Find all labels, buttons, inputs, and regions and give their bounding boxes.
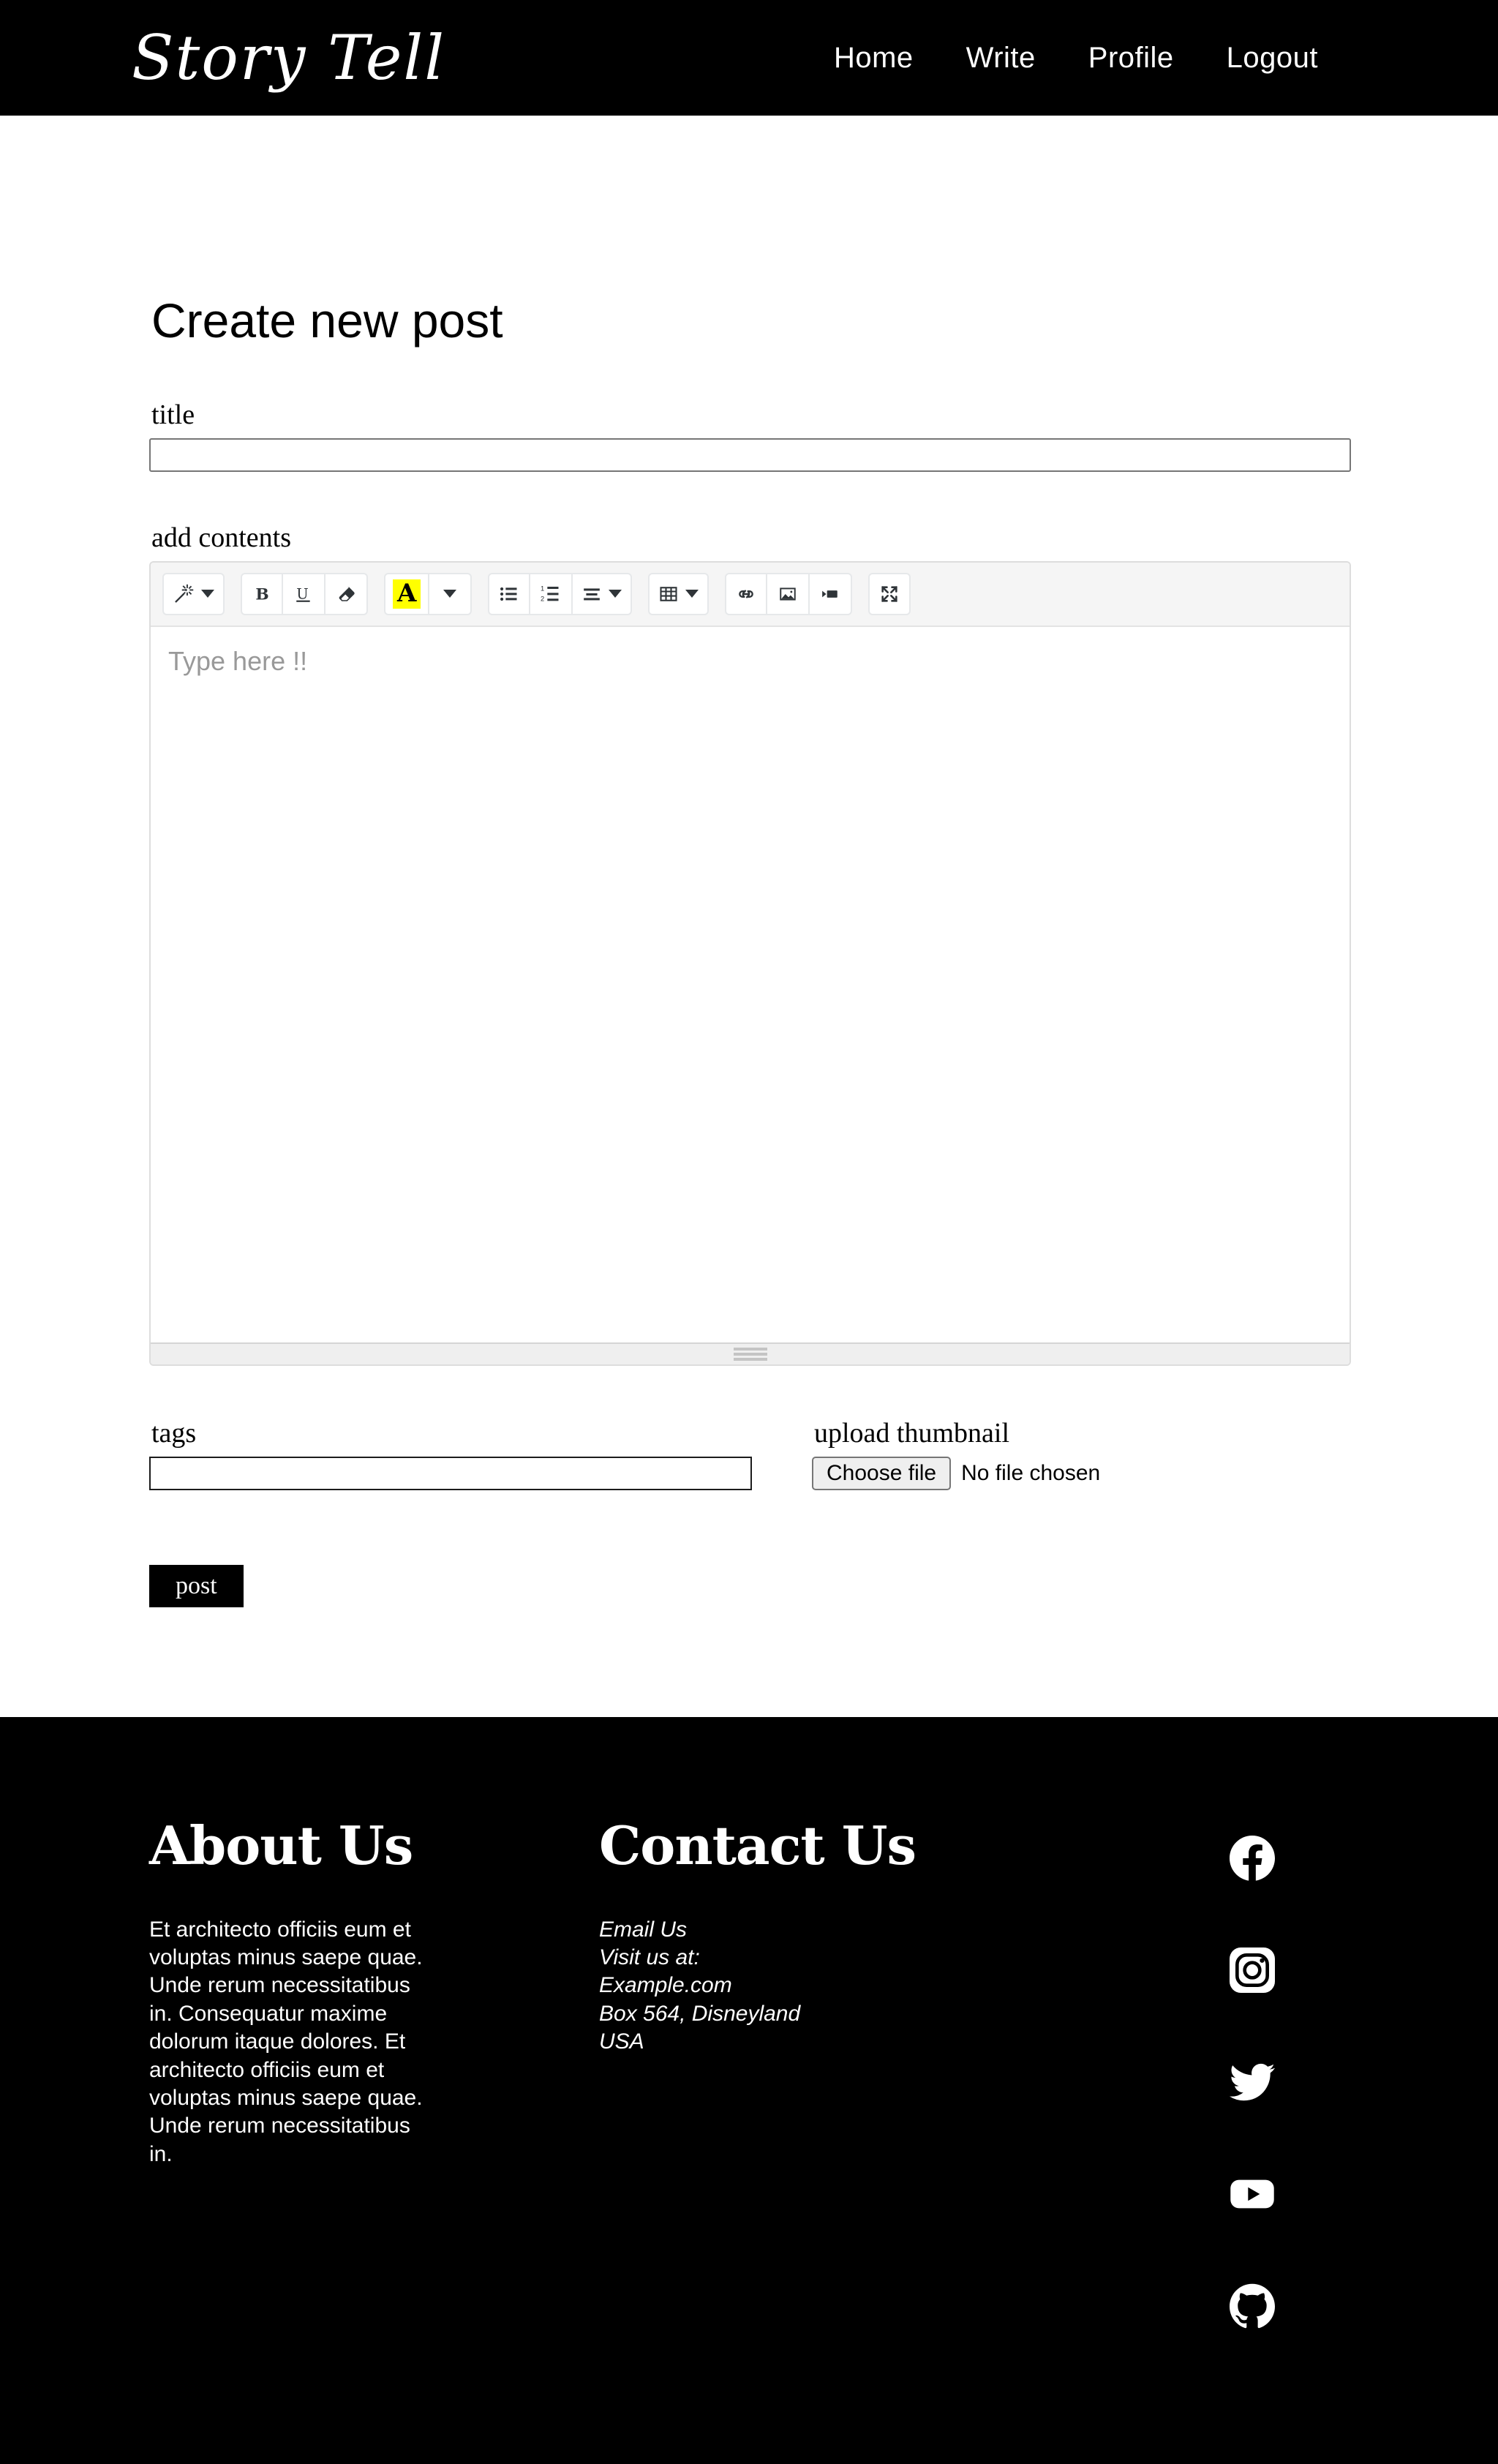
footer-columns: About Us Et architecto officiis eum et v… xyxy=(149,1819,1349,2332)
editor-toolbar: B U A 1 2 xyxy=(151,562,1350,627)
contact-line-address: Box 564, Disneyland xyxy=(599,2001,801,2026)
toolbar-group-lists: 1 2 xyxy=(488,572,633,615)
github-icon[interactable] xyxy=(1229,2283,1275,2332)
editor-content-area[interactable]: Type here !! xyxy=(151,626,1350,1342)
tags-label: tags xyxy=(151,1417,197,1449)
tags-input[interactable] xyxy=(149,1456,752,1490)
facebook-icon[interactable] xyxy=(1229,1835,1275,1885)
editor-placeholder: Type here !! xyxy=(168,645,308,676)
editor-resize-handle[interactable] xyxy=(151,1342,1350,1364)
toolbar-group-style xyxy=(162,572,225,615)
svg-text:B: B xyxy=(255,585,268,604)
nav-link-write[interactable]: Write xyxy=(966,42,1036,75)
toolbar-group-insert xyxy=(725,572,853,615)
chevron-down-icon xyxy=(443,590,457,598)
chevron-down-icon xyxy=(609,590,622,598)
image-button[interactable] xyxy=(767,572,810,615)
chevron-down-icon xyxy=(201,590,214,598)
bold-button[interactable]: B xyxy=(241,572,283,615)
svg-text:U: U xyxy=(296,585,308,602)
contact-line-country: USA xyxy=(599,2029,644,2054)
nav-link-home[interactable]: Home xyxy=(834,42,914,75)
about-us-heading: About Us xyxy=(149,1814,413,1877)
image-icon xyxy=(778,585,798,604)
align-icon xyxy=(581,585,602,604)
link-button[interactable] xyxy=(725,572,768,615)
font-color-button[interactable]: A xyxy=(384,572,430,615)
toolbar-group-table xyxy=(648,572,710,615)
file-input-row[interactable]: Choose file No file chosen xyxy=(812,1456,1324,1490)
toolbar-group-fullscreen xyxy=(868,572,911,615)
fullscreen-icon xyxy=(879,584,900,604)
create-post-form: Create new post title add contents B U A… xyxy=(149,116,1351,1717)
page-title: Create new post xyxy=(151,293,503,348)
post-button[interactable]: post xyxy=(149,1564,244,1607)
magic-wand-icon xyxy=(173,583,195,605)
youtube-icon[interactable] xyxy=(1230,2171,1275,2220)
upload-field-group: upload thumbnail Choose file No file cho… xyxy=(812,1417,1324,1490)
title-input[interactable] xyxy=(149,437,1351,472)
instagram-icon[interactable] xyxy=(1229,1947,1275,1997)
twitter-icon[interactable] xyxy=(1229,2059,1275,2108)
fullscreen-button[interactable] xyxy=(868,572,911,615)
nav-link-logout[interactable]: Logout xyxy=(1227,42,1318,75)
site-header: Story Tell Home Write Profile Logout xyxy=(0,0,1498,116)
contents-label: add contents xyxy=(151,522,292,553)
toolbar-group-format: B U xyxy=(241,572,368,615)
toolbar-group-color: A xyxy=(384,572,473,615)
svg-text:2: 2 xyxy=(541,595,544,602)
video-icon xyxy=(820,585,840,604)
footer-contact-column: Contact Us Email Us Visit us at: Example… xyxy=(599,1819,1155,2057)
table-button[interactable] xyxy=(648,572,710,615)
font-color-dropdown-button[interactable] xyxy=(429,572,473,615)
svg-text:1: 1 xyxy=(541,585,544,592)
nav-link-profile[interactable]: Profile xyxy=(1088,42,1174,75)
numbered-list-button[interactable]: 1 2 xyxy=(530,572,573,615)
resize-grip-icon xyxy=(733,1345,767,1363)
title-label: title xyxy=(151,399,195,430)
table-icon xyxy=(658,584,679,604)
file-status-text: No file chosen xyxy=(961,1460,1101,1485)
bold-icon: B xyxy=(252,583,271,605)
footer-social-column xyxy=(1155,1819,1349,2332)
underline-button[interactable]: U xyxy=(283,572,325,615)
main-navigation: Home Write Profile Logout xyxy=(834,42,1428,75)
site-footer: About Us Et architecto officiis eum et v… xyxy=(0,1716,1498,2464)
about-us-text: Et architecto officiis eum et voluptas m… xyxy=(149,1917,423,2166)
contact-line-visit: Visit us at: xyxy=(599,1945,700,1969)
contact-us-heading: Contact Us xyxy=(599,1814,917,1877)
bullet-list-icon xyxy=(498,584,520,604)
font-color-icon: A xyxy=(393,579,421,609)
choose-file-button[interactable]: Choose file xyxy=(812,1456,952,1490)
footer-about-column: About Us Et architecto officiis eum et v… xyxy=(149,1819,599,2169)
underline-icon: U xyxy=(294,583,313,605)
chevron-down-icon xyxy=(685,590,699,598)
remove-format-button[interactable] xyxy=(325,572,368,615)
contact-line-email[interactable]: Email Us xyxy=(599,1916,1155,1944)
main-content: Create new post title add contents B U A… xyxy=(0,116,1498,1717)
tags-field-group: tags xyxy=(149,1417,812,1490)
link-icon xyxy=(736,585,756,604)
video-button[interactable] xyxy=(810,572,853,615)
magic-wand-button[interactable] xyxy=(162,572,225,615)
align-button[interactable] xyxy=(573,572,633,615)
contact-line-website[interactable]: Example.com xyxy=(599,1972,1155,1999)
numbered-list-icon: 1 2 xyxy=(540,584,562,604)
rich-text-editor: B U A 1 2 Type here !! xyxy=(149,560,1351,1366)
eraser-icon xyxy=(336,584,356,604)
form-bottom-row: tags upload thumbnail Choose file No fil… xyxy=(149,1417,1349,1490)
upload-thumbnail-label: upload thumbnail xyxy=(814,1417,1010,1449)
site-logo[interactable]: Story Tell xyxy=(132,27,445,89)
bullet-list-button[interactable] xyxy=(488,572,531,615)
